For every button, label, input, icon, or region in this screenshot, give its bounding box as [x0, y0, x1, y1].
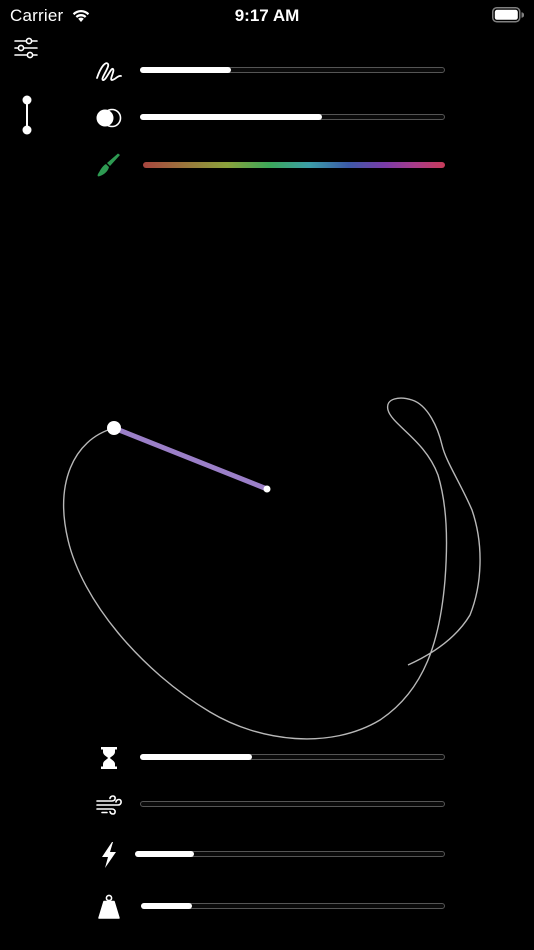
- pendulum-bob[interactable]: [263, 485, 271, 493]
- pendulum-pivot-handle[interactable]: [107, 421, 121, 435]
- wind-slider[interactable]: [140, 801, 445, 807]
- wind-slider-row: [0, 790, 534, 820]
- energy-fill: [135, 851, 194, 857]
- energy-slider-row: [0, 840, 534, 870]
- pendulum-arm: [111, 425, 270, 492]
- time-slider[interactable]: [140, 754, 445, 760]
- time-slider-row: [0, 743, 534, 773]
- weight-icon: [92, 892, 126, 922]
- mass-slider[interactable]: [141, 903, 445, 909]
- mass-fill: [141, 903, 193, 909]
- energy-slider[interactable]: [135, 851, 445, 857]
- pendulum-trace: [63, 397, 481, 740]
- bolt-icon: [92, 840, 126, 870]
- time-fill: [140, 754, 253, 760]
- wind-icon: [92, 790, 126, 820]
- mass-slider-row: [0, 892, 534, 922]
- hourglass-icon: [92, 743, 126, 773]
